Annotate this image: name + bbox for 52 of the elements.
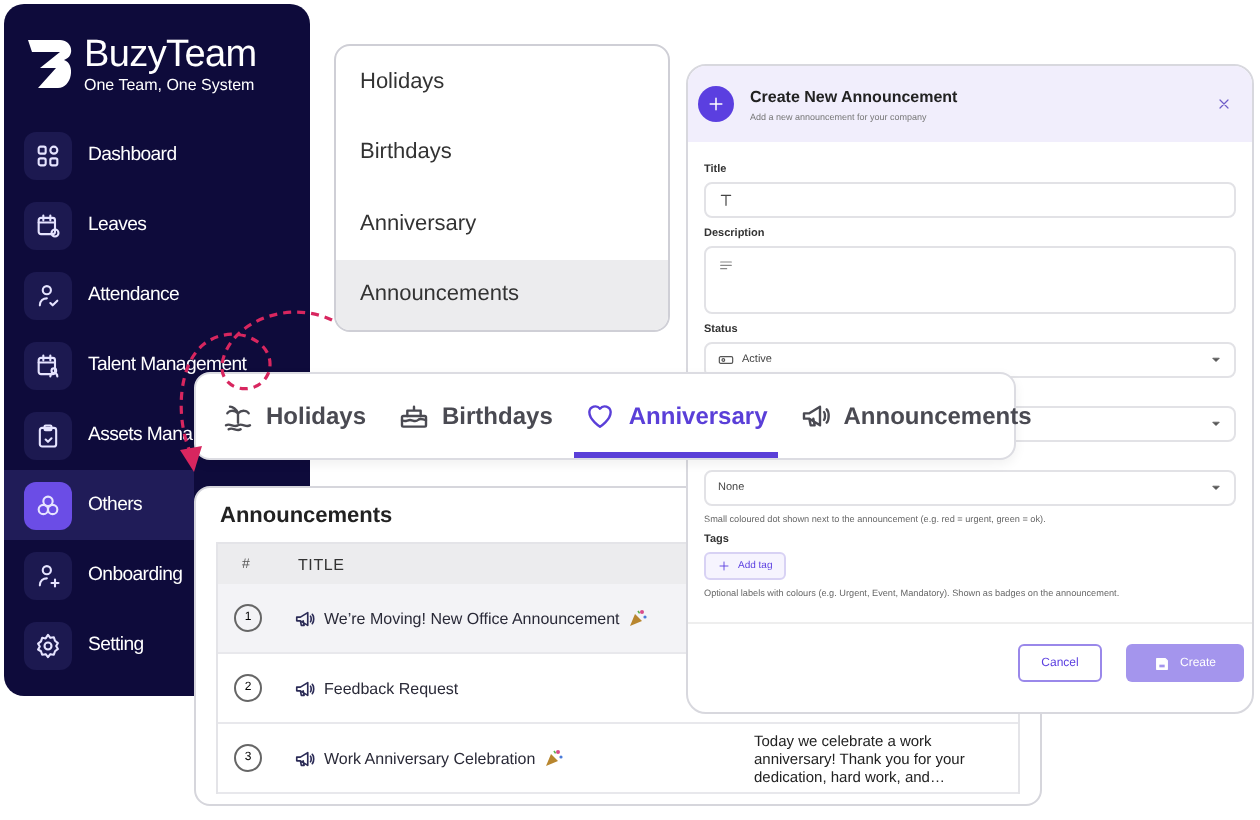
column-header: TITLE xyxy=(298,555,345,573)
cake-icon xyxy=(398,400,431,432)
clipboard-icon xyxy=(34,421,62,449)
title-input[interactable] xyxy=(704,182,1236,218)
megaphone-icon xyxy=(799,400,832,432)
grid-icon xyxy=(34,141,62,169)
announcement-title[interactable]: Feedback Request xyxy=(324,679,459,697)
megaphone-icon xyxy=(294,747,316,769)
dialog-title: Create New Announcement xyxy=(750,87,960,105)
save-icon xyxy=(1153,655,1170,671)
tab[interactable]: Anniversary xyxy=(574,374,778,458)
plus-icon xyxy=(718,560,730,572)
caret-icon xyxy=(1210,354,1222,366)
toggle-icon xyxy=(718,352,734,368)
brand-name: BuzyTeam xyxy=(84,35,257,73)
sidebar-item[interactable]: Leaves xyxy=(4,190,147,260)
heart-icon xyxy=(584,400,617,432)
sidebar-item[interactable]: Attendance xyxy=(4,260,180,330)
announcement-title[interactable]: Work Anniversary Celebration xyxy=(324,749,536,767)
caret-icon xyxy=(1210,482,1222,494)
plus-icon xyxy=(706,94,726,114)
circles-icon xyxy=(34,491,62,519)
person-plus-icon xyxy=(34,561,62,589)
person-check-icon xyxy=(34,281,62,309)
description-input[interactable] xyxy=(704,246,1236,314)
tab[interactable]: Announcements xyxy=(789,374,1042,458)
announcement-title[interactable]: We’re Moving! New Office Announcement xyxy=(324,609,620,627)
text-icon xyxy=(718,192,734,208)
settings-icon xyxy=(34,631,62,659)
sidebar-item[interactable]: Onboarding xyxy=(4,540,183,610)
party-popper-icon xyxy=(627,608,648,628)
close-icon[interactable] xyxy=(1216,96,1232,112)
palm-tree-icon xyxy=(222,400,254,432)
section-title: Announcements xyxy=(220,504,393,528)
megaphone-icon xyxy=(294,677,316,699)
lines-icon xyxy=(718,258,734,274)
sidebar-item[interactable]: Assets Mana xyxy=(4,400,193,470)
menu-item[interactable]: Holidays xyxy=(336,46,668,117)
calendar-person-icon xyxy=(34,351,62,379)
sidebar-item[interactable]: Others xyxy=(4,470,194,540)
menu-item[interactable]: Birthdays xyxy=(336,117,668,188)
brand-tagline: One Team, One System xyxy=(84,75,257,93)
tab[interactable]: Holidays xyxy=(212,374,377,458)
menu-item[interactable]: Anniversary xyxy=(336,188,668,259)
megaphone-icon xyxy=(294,607,316,629)
menu-item[interactable]: Announcements xyxy=(336,259,668,330)
sidebar-item[interactable]: Setting xyxy=(4,610,144,680)
calendar-icon xyxy=(34,211,62,239)
tab[interactable]: Birthdays xyxy=(388,374,563,458)
party-popper-icon xyxy=(543,748,564,768)
caret-icon xyxy=(1210,418,1222,430)
sidebar-item[interactable]: Dashboard xyxy=(4,120,177,190)
